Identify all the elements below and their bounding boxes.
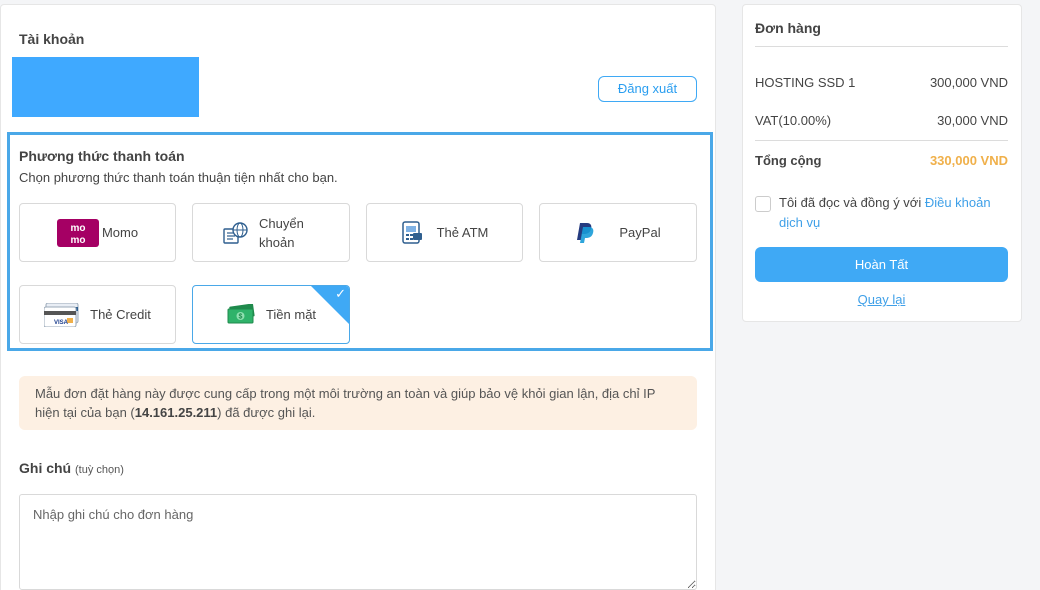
- total-value: 330,000 VND: [929, 153, 1008, 168]
- logout-button[interactable]: Đăng xuất: [598, 76, 697, 102]
- check-icon: ✓: [335, 286, 346, 301]
- account-info-box: [12, 57, 199, 117]
- notice-text-end: ) đã được ghi lại.: [217, 405, 316, 420]
- bank-transfer-icon: [223, 221, 248, 244]
- payment-option-label: Thẻ ATM: [436, 225, 489, 240]
- payment-option-momo[interactable]: mo mo Momo: [19, 203, 176, 262]
- terms-checkbox[interactable]: [755, 196, 771, 212]
- order-title: Đơn hàng: [755, 20, 821, 36]
- payment-option-credit[interactable]: VISA Thẻ Credit: [19, 285, 176, 344]
- payment-method-section: Phương thức thanh toán Chọn phương thức …: [7, 132, 713, 351]
- order-summary-card: Đơn hàng HOSTING SSD 1 300,000 VND VAT(1…: [742, 4, 1022, 322]
- security-notice: Mẫu đơn đặt hàng này được cung cấp trong…: [19, 376, 697, 430]
- order-line-item: VAT(10.00%) 30,000 VND: [755, 113, 1008, 128]
- cash-icon: $: [227, 303, 255, 323]
- order-notes-input[interactable]: [19, 494, 697, 590]
- svg-text:mo: mo: [70, 223, 85, 234]
- payment-option-label: Thẻ Credit: [90, 307, 151, 322]
- divider: [755, 140, 1008, 141]
- terms-agreement: Tôi đã đọc và đồng ý với Điều khoản dịch…: [755, 193, 1008, 233]
- order-total-row: Tổng cộng 330,000 VND: [755, 153, 1008, 168]
- notice-text: Mẫu đơn đặt hàng này được cung cấp trong…: [35, 386, 656, 420]
- payment-option-paypal[interactable]: PayPal: [539, 203, 697, 262]
- item-name: VAT(10.00%): [755, 113, 832, 128]
- payment-option-label: Momo: [101, 225, 139, 240]
- notes-title: Ghi chú (tuỳ chọn): [19, 460, 124, 476]
- payment-option-label: Chuyển khoản: [259, 215, 304, 250]
- payment-option-atm[interactable]: Thẻ ATM: [366, 203, 523, 262]
- notes-optional-label: (tuỳ chọn): [75, 464, 124, 476]
- divider: [755, 46, 1008, 47]
- account-title: Tài khoản: [19, 31, 85, 47]
- paypal-icon: [577, 222, 594, 243]
- notes-label: Ghi chú: [19, 460, 72, 476]
- atm-card-icon: [401, 220, 422, 244]
- svg-text:$: $: [239, 313, 243, 320]
- item-price: 30,000 VND: [937, 113, 1008, 128]
- item-name: HOSTING SSD 1: [755, 75, 856, 90]
- payment-option-cash[interactable]: $ Tiền mặt ✓: [192, 285, 350, 344]
- momo-icon: mo mo: [56, 218, 99, 247]
- checkout-form-card: Tài khoản Đăng xuất Phương thức thanh to…: [0, 4, 716, 590]
- total-label: Tổng cộng: [755, 153, 822, 168]
- back-link[interactable]: Quay lại: [743, 292, 1020, 307]
- payment-method-title: Phương thức thanh toán: [19, 148, 185, 164]
- item-price: 300,000 VND: [929, 75, 1008, 90]
- payment-method-subtitle: Chọn phương thức thanh toán thuận tiện n…: [19, 170, 338, 185]
- credit-card-icon: VISA: [44, 302, 79, 327]
- payment-option-label: PayPal: [619, 225, 661, 240]
- payment-option-label: Tiền mặt: [265, 307, 317, 322]
- terms-text-wrap: Tôi đã đọc và đồng ý với Điều khoản dịch…: [779, 193, 1008, 233]
- svg-text:VISA: VISA: [54, 320, 69, 326]
- finish-button[interactable]: Hoàn Tất: [755, 247, 1008, 282]
- terms-text: Tôi đã đọc và đồng ý với: [779, 195, 925, 210]
- order-line-item: HOSTING SSD 1 300,000 VND: [755, 75, 1008, 90]
- svg-text:mo: mo: [70, 235, 85, 246]
- payment-option-bank-transfer[interactable]: Chuyển khoản: [192, 203, 350, 262]
- ip-address: 14.161.25.211: [134, 405, 218, 420]
